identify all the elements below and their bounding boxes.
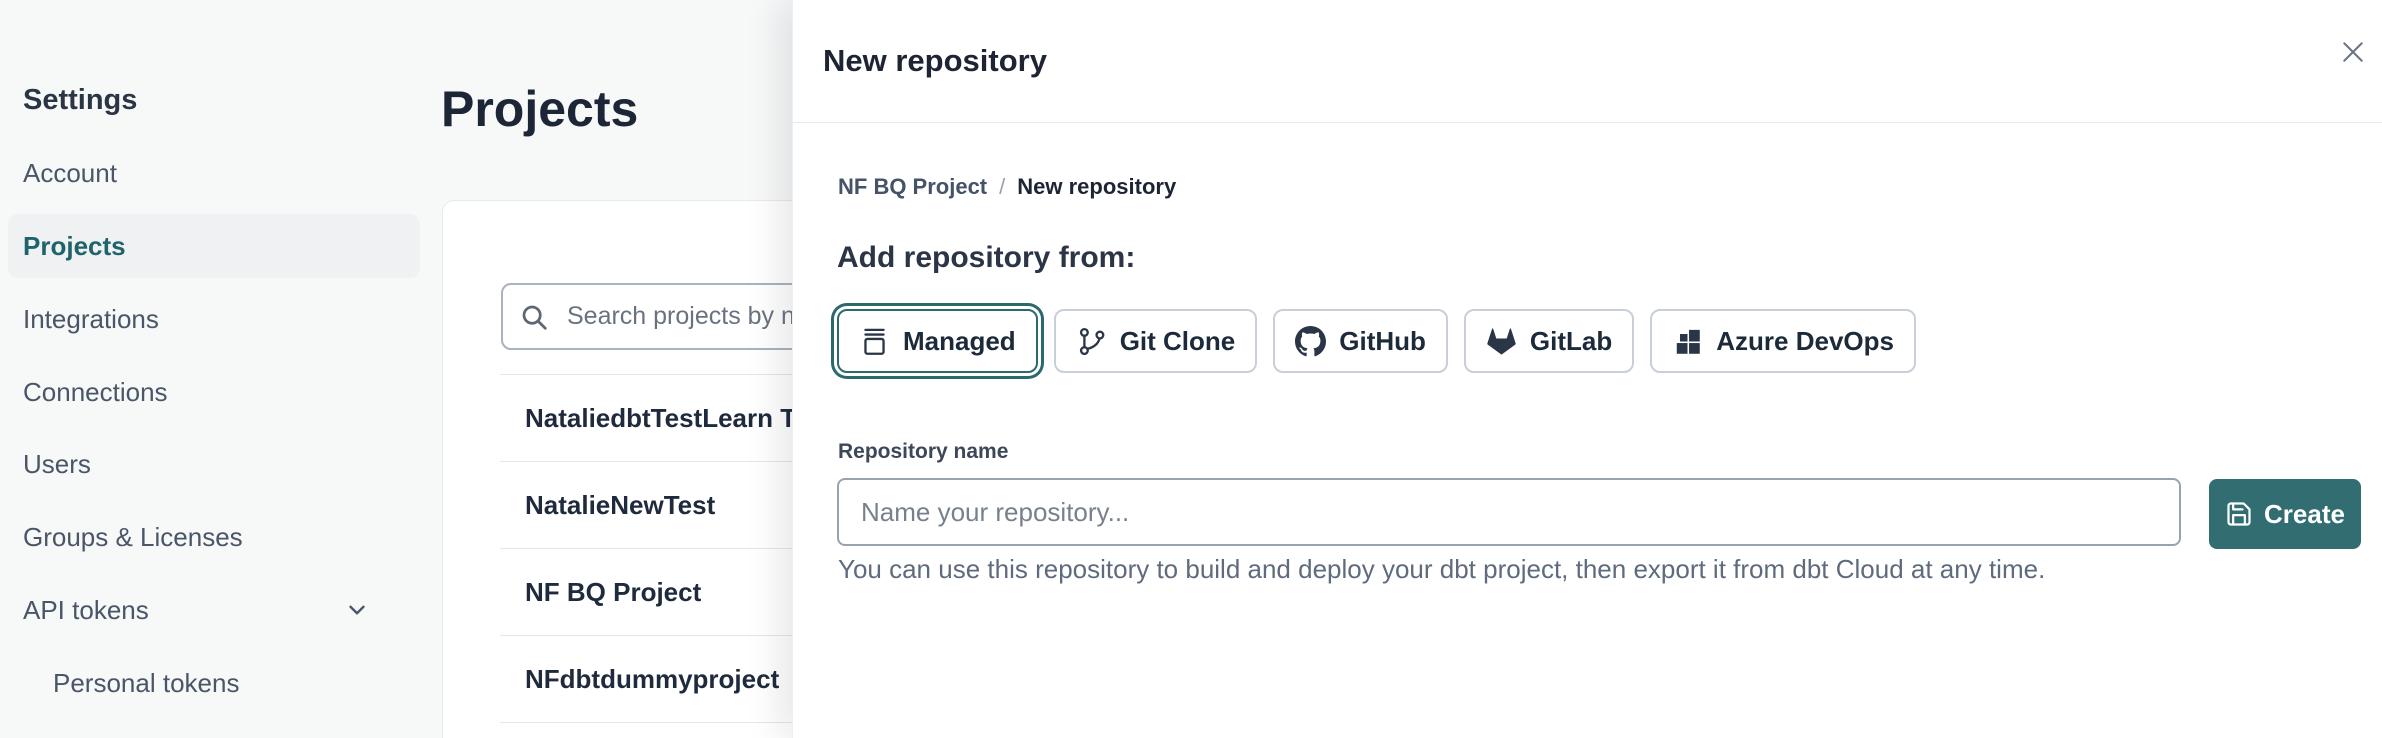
- sidebar-item-api-tokens[interactable]: API tokens: [23, 588, 149, 632]
- add-repository-heading: Add repository from:: [837, 241, 1135, 275]
- github-icon: [1295, 326, 1326, 357]
- save-icon: [2225, 500, 2253, 528]
- create-button[interactable]: Create: [2209, 479, 2361, 549]
- repository-name-input[interactable]: [837, 478, 2181, 546]
- breadcrumb-current: New repository: [1017, 174, 1176, 200]
- azure-devops-icon: [1672, 326, 1703, 357]
- page-title: Projects: [441, 80, 638, 138]
- sidebar-item-groups-licenses[interactable]: Groups & Licenses: [23, 515, 243, 559]
- git-branch-icon: [1076, 326, 1107, 357]
- source-button-label: GitLab: [1530, 326, 1612, 357]
- source-button-label: GitHub: [1339, 326, 1426, 357]
- sidebar-item-account[interactable]: Account: [23, 151, 117, 195]
- source-button-label: Git Clone: [1120, 326, 1236, 357]
- sidebar-item-projects[interactable]: Projects: [23, 224, 126, 268]
- breadcrumb-project-link[interactable]: NF BQ Project: [838, 174, 987, 200]
- source-button-label: Managed: [903, 326, 1016, 357]
- source-azure-devops-button[interactable]: Azure DevOps: [1650, 309, 1916, 373]
- breadcrumb: NF BQ Project / New repository: [838, 174, 1176, 200]
- create-button-label: Create: [2264, 499, 2345, 530]
- close-icon[interactable]: [2332, 31, 2374, 73]
- sidebar-item-integrations[interactable]: Integrations: [23, 297, 159, 341]
- managed-repo-icon: [859, 326, 890, 357]
- chevron-down-icon[interactable]: [344, 597, 370, 623]
- app-window: Settings Account Projects Integrations C…: [0, 0, 2382, 738]
- repository-helper-text: You can use this repository to build and…: [838, 554, 2045, 585]
- search-icon: [519, 302, 549, 332]
- panel-header: New repository: [793, 0, 2382, 123]
- source-managed-button[interactable]: Managed: [837, 309, 1038, 373]
- source-github-button[interactable]: GitHub: [1273, 309, 1448, 373]
- source-button-label: Azure DevOps: [1716, 326, 1894, 357]
- new-repository-panel: New repository NF BQ Project / New repos…: [792, 0, 2382, 738]
- settings-title: Settings: [23, 84, 137, 117]
- repository-name-label: Repository name: [838, 440, 1008, 464]
- source-git-clone-button[interactable]: Git Clone: [1054, 309, 1258, 373]
- panel-title: New repository: [823, 43, 1047, 79]
- breadcrumb-separator: /: [999, 174, 1005, 200]
- sidebar-item-personal-tokens[interactable]: Personal tokens: [53, 661, 239, 705]
- source-gitlab-button[interactable]: GitLab: [1464, 309, 1634, 373]
- gitlab-icon: [1486, 326, 1517, 357]
- sidebar-item-connections[interactable]: Connections: [23, 370, 168, 414]
- sidebar-item-users[interactable]: Users: [23, 442, 91, 486]
- repo-source-buttons: Managed Git Clone GitHub: [837, 309, 1916, 373]
